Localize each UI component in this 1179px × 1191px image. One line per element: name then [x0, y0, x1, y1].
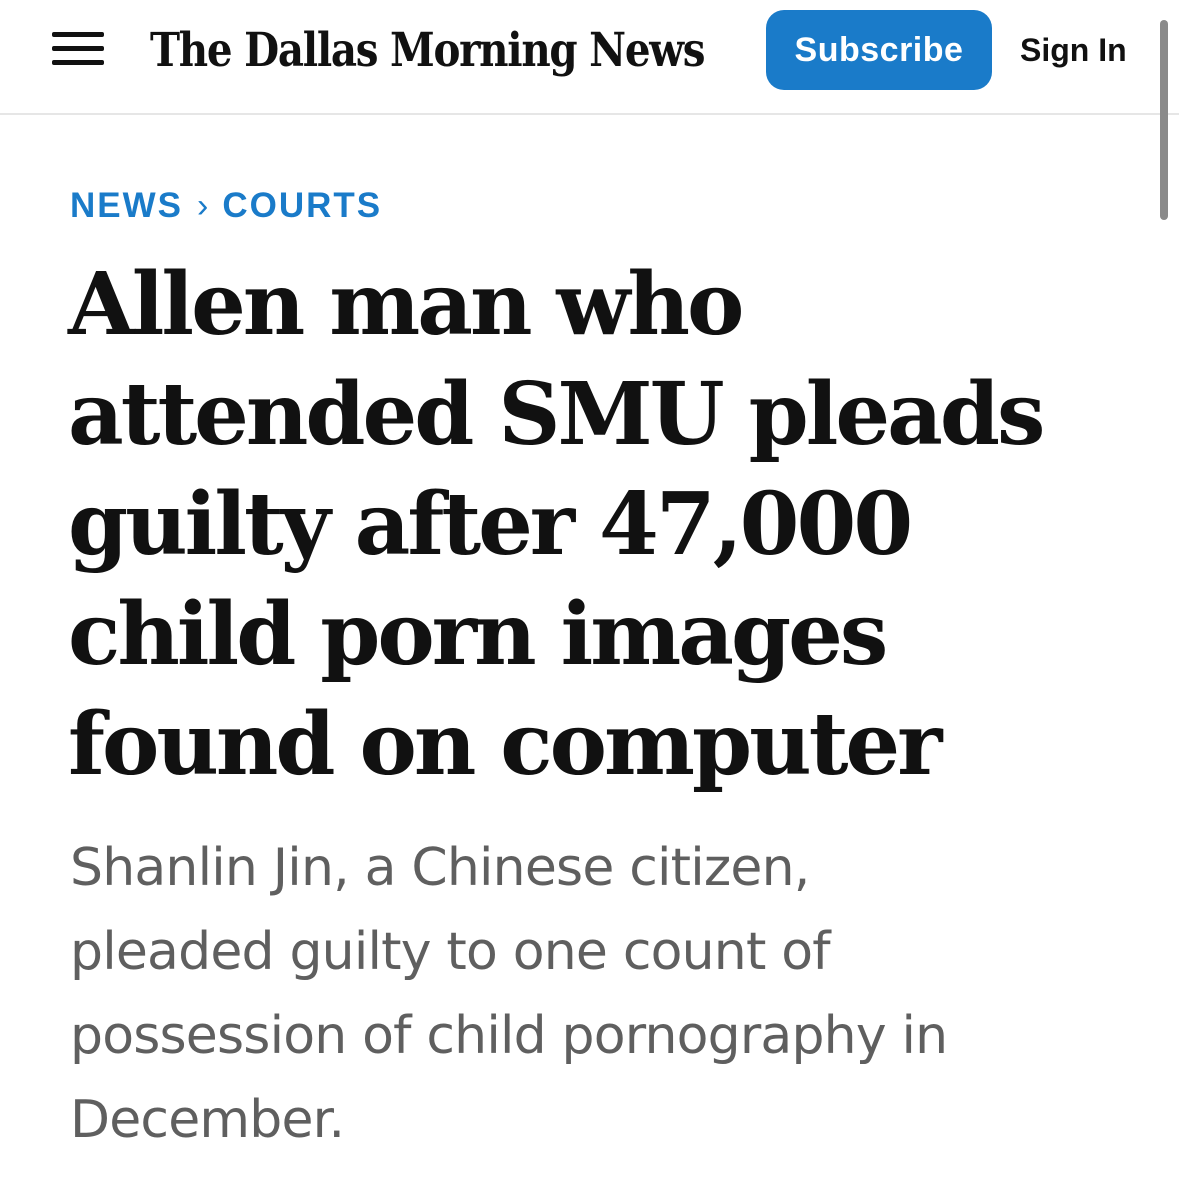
breadcrumb-courts-link[interactable]: COURTS: [222, 186, 382, 226]
page-scrollbar[interactable]: [1160, 20, 1168, 220]
headline-line: Allen man who: [68, 254, 744, 355]
dek-line: possession of child pornography in: [70, 1006, 948, 1066]
dek-line: pleaded guilty to one count of: [70, 922, 831, 982]
site-logo[interactable]: The Dallas Morning News: [150, 16, 706, 86]
article-headline: Allen man who attended SMU pleads guilty…: [68, 250, 1128, 800]
headline-line: attended SMU pleads: [68, 364, 1045, 465]
breadcrumb-news-link[interactable]: NEWS: [70, 186, 183, 226]
headline-line: found on computer: [68, 694, 942, 795]
headline-line: guilty after 47,000: [68, 474, 913, 575]
menu-bar: [52, 32, 104, 37]
subscribe-button[interactable]: Subscribe: [766, 10, 992, 90]
chevron-right-icon: ›: [197, 186, 211, 225]
dek-line: December.: [70, 1090, 345, 1150]
article-subheadline: Shanlin Jin, a Chinese citizen, pleaded …: [70, 826, 1130, 1162]
headline-line: child porn images: [68, 584, 888, 685]
menu-bar: [52, 46, 104, 51]
sign-in-link[interactable]: Sign In: [1020, 28, 1127, 72]
site-header: The Dallas Morning News Subscribe Sign I…: [0, 0, 1179, 115]
breadcrumb: NEWS › COURTS: [70, 184, 382, 228]
dek-line: Shanlin Jin, a Chinese citizen,: [70, 838, 810, 898]
menu-bar: [52, 60, 104, 65]
hamburger-menu-icon[interactable]: [48, 26, 110, 72]
